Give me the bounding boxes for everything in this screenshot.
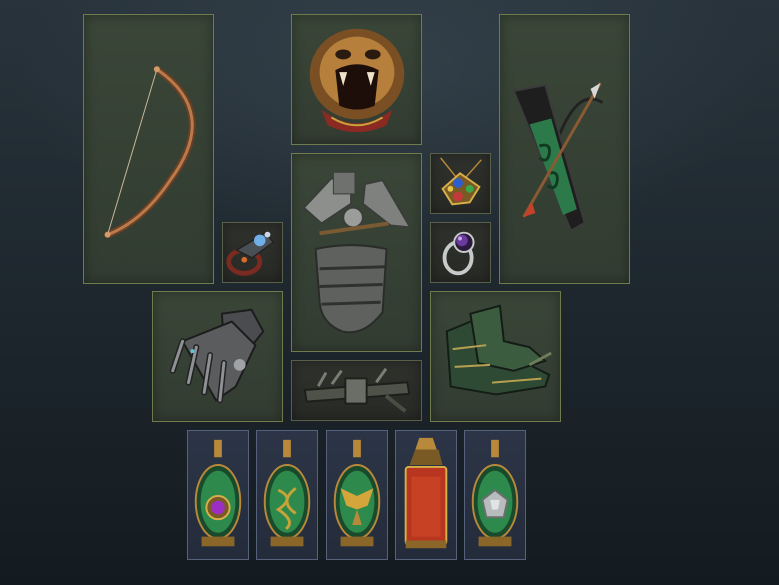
belt-icon <box>303 367 411 413</box>
flask-red-bottle-icon <box>404 437 448 549</box>
amulet-slot[interactable] <box>430 153 491 214</box>
lion-head-helmet-icon <box>309 28 405 133</box>
weapon-main-slot[interactable] <box>83 14 214 284</box>
flask-slot-5[interactable] <box>464 430 526 560</box>
quiver-icon <box>512 82 604 233</box>
flask-slot-1[interactable] <box>187 430 249 560</box>
bow-icon <box>104 65 196 239</box>
weapon-offhand-slot[interactable] <box>499 14 630 284</box>
flask-purple-gem-icon <box>194 439 242 547</box>
flask-slot-4[interactable] <box>395 430 457 560</box>
flask-winged-sigil-icon <box>333 439 381 547</box>
ring-right-slot[interactable] <box>430 222 491 283</box>
gauntlets-icon <box>169 308 265 404</box>
gloves-slot[interactable] <box>152 291 283 422</box>
flask-slot-2[interactable] <box>256 430 318 560</box>
plate-armour-icon <box>302 171 412 334</box>
boots-icon <box>445 304 552 396</box>
amethyst-ring-icon <box>442 231 475 276</box>
flask-slot-3[interactable] <box>326 430 388 560</box>
belt-slot[interactable] <box>291 360 422 421</box>
flask-silver-stone-icon <box>471 439 519 547</box>
jeweled-amulet-icon <box>440 157 482 206</box>
body-armour-slot[interactable] <box>291 153 422 352</box>
helmet-slot[interactable] <box>291 14 422 145</box>
ring-left-slot[interactable] <box>222 222 283 283</box>
boots-slot[interactable] <box>430 291 561 422</box>
flask-gold-knot-icon <box>263 439 311 547</box>
ornate-ring-icon <box>226 231 275 276</box>
